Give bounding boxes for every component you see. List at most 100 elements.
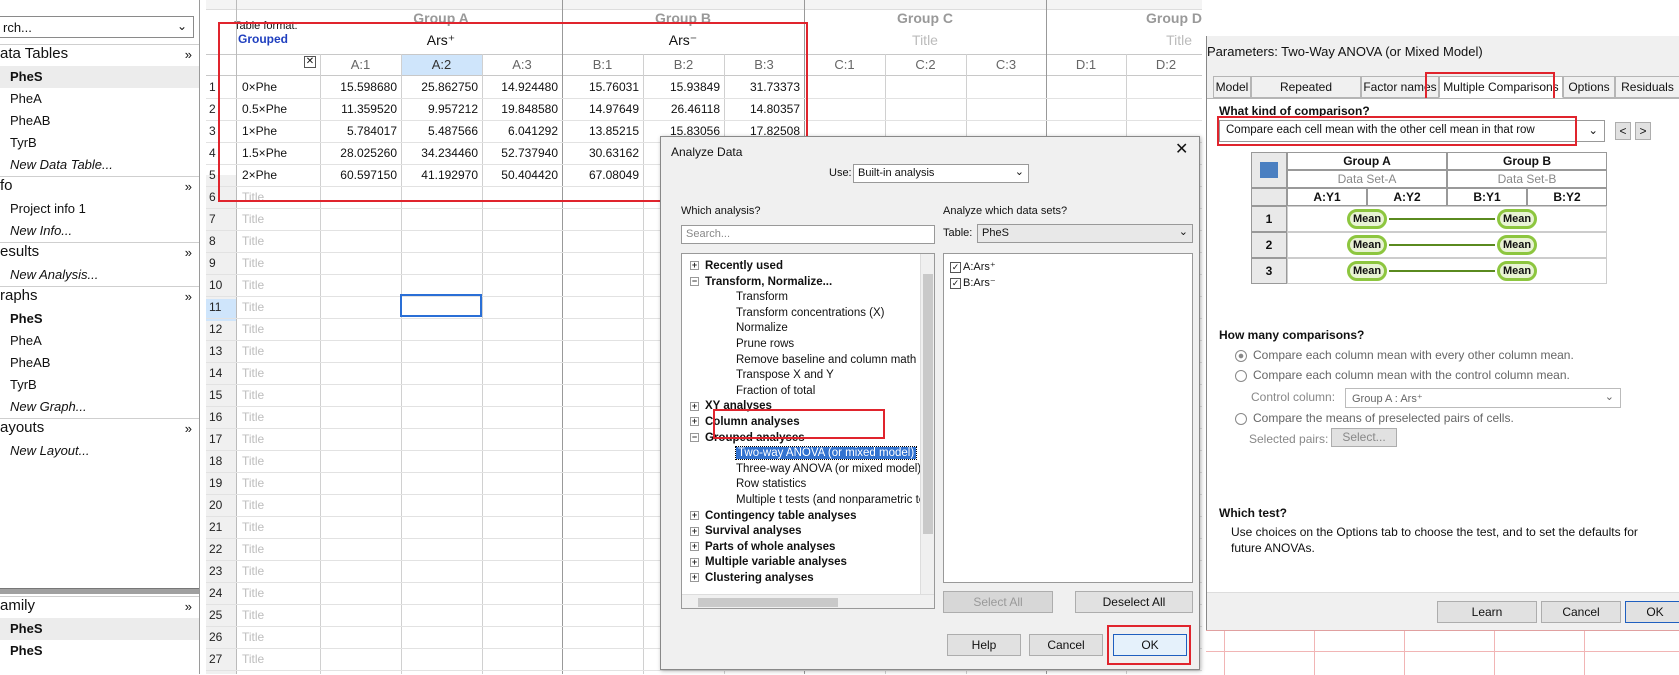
sidebar-graph-phes[interactable]: PheS (0, 308, 199, 330)
family-item-phes-2[interactable]: PheS (0, 640, 199, 662)
tree-analysis-item[interactable]: Prune rows (736, 336, 794, 352)
expand-icon[interactable]: + (690, 542, 699, 552)
row-title-placeholder[interactable]: Title (242, 560, 320, 582)
row-title-placeholder[interactable]: Title (242, 252, 320, 274)
tree-category[interactable]: + Clustering analyses (690, 570, 814, 586)
row-title-placeholder[interactable]: Title (242, 340, 320, 362)
group-header-d[interactable]: Group D (1046, 10, 1202, 32)
row-title-placeholder[interactable]: Title (242, 296, 320, 318)
row-number[interactable]: 20 (206, 494, 236, 516)
row-number[interactable]: 18 (206, 450, 236, 472)
collapse-icon[interactable]: − (690, 433, 699, 443)
tree-hscrollbar[interactable] (682, 594, 934, 608)
new-analysis-link[interactable]: New Analysis... (0, 264, 199, 286)
deselect-all-button[interactable]: Deselect All (1075, 591, 1193, 613)
row-number[interactable]: 9 (206, 252, 236, 274)
collapse-icon[interactable]: » (185, 599, 192, 614)
row-title-placeholder[interactable]: Title (242, 384, 320, 406)
col-header-c1[interactable]: C:1 (804, 55, 885, 75)
params-cancel-button[interactable]: Cancel (1541, 601, 1621, 623)
section-results[interactable]: esults» (0, 242, 199, 264)
tab-residuals[interactable]: Residuals (1615, 76, 1679, 98)
tree-analysis-item[interactable]: Row statistics (736, 476, 806, 492)
sidebar-item-project-info[interactable]: Project info 1 (0, 198, 199, 220)
tree-category[interactable]: + Contingency table analyses (690, 508, 856, 524)
radio-opt3[interactable] (1235, 413, 1247, 425)
row-number[interactable]: 25 (206, 604, 236, 626)
row-number[interactable]: 10 (206, 274, 236, 296)
new-graph-link[interactable]: New Graph... (0, 396, 199, 418)
radio-opt2[interactable] (1235, 370, 1247, 382)
tab-model[interactable]: Model (1213, 76, 1251, 98)
tree-analysis-item[interactable]: Multiple t tests (and nonparametric test… (736, 492, 934, 508)
new-layout-link[interactable]: New Layout... (0, 440, 199, 462)
table-dropdown[interactable]: PheS ⌄ (977, 224, 1193, 243)
checkbox-checked-icon[interactable]: ✓ (950, 262, 961, 273)
select-pairs-button[interactable]: Select... (1331, 428, 1397, 447)
row-number[interactable]: 27 (206, 648, 236, 670)
col-header-d1[interactable]: D:1 (1046, 55, 1126, 75)
row-number[interactable]: 8 (206, 230, 236, 252)
col-header-c2[interactable]: C:2 (885, 55, 966, 75)
row-title-placeholder[interactable]: Title (242, 208, 320, 230)
collapse-icon[interactable]: » (185, 47, 192, 62)
help-button[interactable]: Help (947, 634, 1021, 656)
next-button[interactable]: > (1635, 122, 1651, 140)
expand-icon[interactable]: + (690, 573, 699, 583)
navigator-search-input[interactable]: rch... ⌄ (0, 16, 194, 38)
tab-repeated-measures[interactable]: Repeated Measures (1251, 76, 1361, 114)
row-title-placeholder[interactable]: Title (242, 230, 320, 252)
close-icon[interactable]: ✕ (1175, 139, 1188, 159)
expand-icon[interactable]: + (690, 401, 699, 411)
cancel-button[interactable]: Cancel (1029, 634, 1103, 656)
dataset-b[interactable]: ✓ B:Ars⁻ (950, 276, 996, 289)
tree-analysis-item[interactable]: Normalize (736, 320, 788, 336)
sidebar-item-phes[interactable]: PheS (0, 66, 199, 88)
checkbox-checked-icon[interactable]: ✓ (950, 278, 961, 289)
family-item-phes[interactable]: PheS (0, 618, 199, 640)
tree-analysis-item[interactable]: Transform (736, 289, 788, 305)
dataset-a[interactable]: ✓ A:Ars⁺ (950, 260, 996, 273)
new-data-table-link[interactable]: New Data Table... (0, 154, 199, 176)
expand-icon[interactable]: + (690, 526, 699, 536)
collapse-icon[interactable]: » (185, 289, 192, 304)
tree-analysis-item[interactable]: Transform concentrations (X) (736, 305, 884, 321)
section-data-tables[interactable]: ata Tables» (0, 44, 199, 66)
row-number[interactable]: 23 (206, 560, 236, 582)
sidebar-graph-pheab[interactable]: PheAB (0, 352, 199, 374)
row-title-placeholder[interactable]: Title (242, 604, 320, 626)
section-info[interactable]: fo» (0, 176, 199, 198)
select-all-button[interactable]: Select All (943, 591, 1053, 613)
row-title-placeholder[interactable]: Title (242, 450, 320, 472)
collapse-icon[interactable]: » (185, 179, 192, 194)
row-title-placeholder[interactable]: Title (242, 274, 320, 296)
row-title-placeholder[interactable]: Title (242, 428, 320, 450)
row-number[interactable]: 13 (206, 340, 236, 362)
row-number[interactable]: 19 (206, 472, 236, 494)
tree-analysis-item[interactable]: Remove baseline and column math (736, 352, 916, 368)
tree-vscrollbar[interactable] (920, 254, 934, 594)
row-number[interactable]: 11 (206, 296, 236, 318)
group-title-c[interactable]: Title (804, 32, 1046, 54)
new-info-link[interactable]: New Info... (0, 220, 199, 242)
expand-icon[interactable]: + (690, 261, 699, 271)
tree-analysis-item[interactable]: Two-way ANOVA (or mixed model) (734, 445, 918, 461)
tab-options[interactable]: Options (1563, 76, 1615, 98)
row-number[interactable]: 12 (206, 318, 236, 340)
tree-category[interactable]: + Multiple variable analyses (690, 554, 847, 570)
control-column-dropdown[interactable]: Group A : Ars⁺ ⌄ (1345, 388, 1621, 408)
row-title-placeholder[interactable]: Title (242, 538, 320, 560)
params-ok-button[interactable]: OK (1625, 601, 1679, 623)
learn-button[interactable]: Learn (1437, 601, 1537, 623)
col-header-c3[interactable]: C:3 (966, 55, 1046, 75)
tree-analysis-item[interactable]: Fraction of total (736, 383, 815, 399)
sidebar-item-tyrb[interactable]: TyrB (0, 132, 199, 154)
analysis-search-input[interactable]: Search... (681, 225, 935, 244)
section-layouts[interactable]: ayouts» (0, 418, 199, 440)
row-number[interactable]: 21 (206, 516, 236, 538)
sidebar-item-pheab[interactable]: PheAB (0, 110, 199, 132)
row-title-placeholder[interactable]: Title (242, 494, 320, 516)
expand-icon[interactable]: + (690, 417, 699, 427)
group-header-c[interactable]: Group C (804, 10, 1046, 32)
row-number[interactable]: 14 (206, 362, 236, 384)
